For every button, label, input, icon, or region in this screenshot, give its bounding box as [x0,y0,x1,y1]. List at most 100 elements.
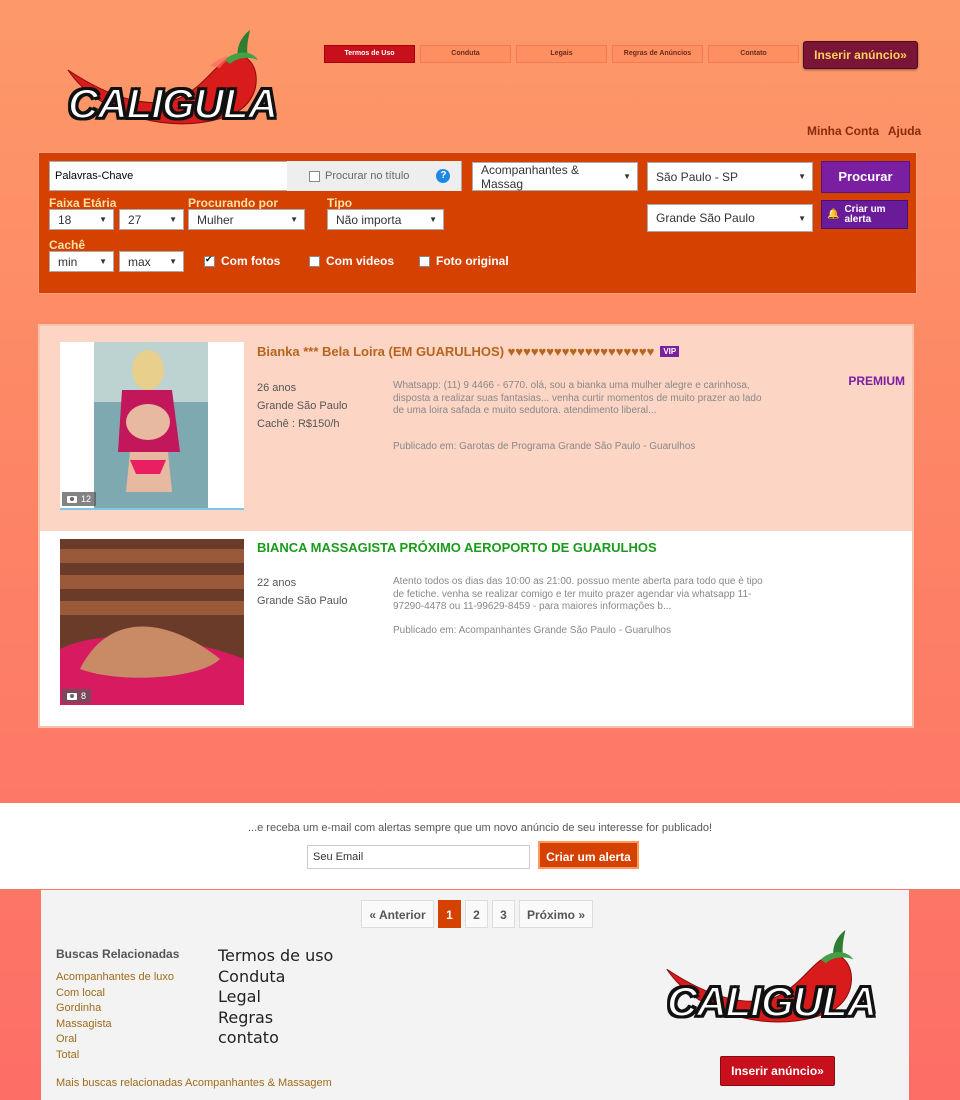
age-max-select[interactable]: 27 ▼ [119,209,184,230]
listing-title[interactable]: Bianka *** Bela Loira (EM GUARULHOS) ♥♥♥… [257,344,654,359]
footer-link-terms[interactable]: Termos de uso [218,946,333,967]
create-alert-label: Criar um alerta [844,203,886,225]
type-select[interactable]: Não importa ▼ [327,209,444,230]
chevron-down-icon: ▼ [623,172,631,181]
footer-logo[interactable]: CALIGULA [659,928,878,1036]
nav-legal[interactable]: Legais [516,45,607,63]
camera-icon [67,692,77,700]
more-related-link[interactable]: Mais buscas relacionadas Acompanhantes &… [56,1077,332,1089]
insert-ad-button[interactable]: Inserir anúncio» [803,41,918,69]
listing-published: Publicado em: Garotas de Programa Grande… [393,441,696,452]
search-panel: Procurar no título ? Acompanhantes & Mas… [38,152,917,294]
related-link[interactable]: Acompanhantes de luxo [56,970,174,986]
premium-badge: PREMIUM [848,374,905,388]
footer-link-legal[interactable]: Legal [218,987,333,1008]
page-1-button[interactable]: 1 [438,900,461,928]
looking-value: Mulher [197,212,234,227]
original-photo-option[interactable]: Foto original [419,254,509,268]
listing-photo[interactable]: 12 [60,342,244,510]
looking-select[interactable]: Mulher ▼ [188,209,305,230]
photo-count: 12 [81,494,92,504]
site-logo[interactable]: CALIGULA [60,28,279,138]
nav-contact[interactable]: Contato [708,45,799,63]
footer-insert-ad-button[interactable]: Inserir anúncio» [720,1056,835,1086]
original-photo-checkbox[interactable] [419,255,430,267]
nav-rules[interactable]: Regras de Anúncios [612,45,703,63]
create-alert-button[interactable]: 🔔 Criar um alerta [821,200,908,229]
listing-description: Atento todos os dias das 10:00 as 21:00.… [393,576,763,612]
keyword-input[interactable] [50,162,287,190]
region-value: Grande São Paulo [656,211,755,225]
related-link[interactable]: Massagista [56,1017,174,1033]
chevron-down-icon: ▼ [169,257,177,266]
nav-conduct[interactable]: Conduta [420,45,511,63]
age-max-value: 27 [128,212,142,227]
footer-link-rules[interactable]: Regras [218,1008,333,1029]
category-value: Acompanhantes & Massag [481,162,580,191]
listing-title-row[interactable]: Bianka *** Bela Loira (EM GUARULHOS) ♥♥♥… [257,344,680,359]
next-page-button[interactable]: Próximo » [519,900,593,928]
with-photos-option[interactable]: Com fotos [204,254,280,268]
category-select[interactable]: Acompanhantes & Massag ▼ [472,162,638,191]
chevron-down-icon: ▼ [99,257,107,266]
listing-results: 12 Bianka *** Bela Loira (EM GUARULHOS) … [38,324,914,728]
listing-item[interactable]: 8 BIANCA MASSAGISTA PRÓXIMO AEROPORTO DE… [40,531,912,726]
type-value: Não importa [336,212,402,227]
fee-min-value: min [58,254,78,269]
footer: « Anterior 1 2 3 Próximo » Buscas Relaci… [41,890,909,1100]
listing-photo-image [94,342,208,508]
email-field[interactable]: Seu Email [307,845,530,869]
title-only-option[interactable]: Procurar no título ? [287,161,461,191]
related-link[interactable]: Total [56,1048,174,1064]
my-account-link[interactable]: Minha Conta [807,124,879,138]
pagination: « Anterior 1 2 3 Próximo » [361,900,593,928]
listing-title[interactable]: BIANCA MASSAGISTA PRÓXIMO AEROPORTO DE G… [257,540,657,555]
title-only-label: Procurar no título [325,170,410,182]
fee-min-select[interactable]: min ▼ [49,251,114,272]
state-value: São Paulo - SP [656,169,739,184]
related-link[interactable]: Oral [56,1032,174,1048]
search-button[interactable]: Procurar [821,161,910,193]
related-link[interactable]: Com local [56,986,174,1002]
chevron-down-icon: ▼ [429,215,437,224]
with-photos-checkbox[interactable] [204,254,215,267]
related-searches-list: Acompanhantes de luxo Com local Gordinha… [56,970,174,1063]
logo-wordmark: CALIGULA [67,79,279,128]
state-select[interactable]: São Paulo - SP ▼ [647,162,813,191]
looking-label: Procurando por [188,196,279,210]
region-select[interactable]: Grande São Paulo ▼ [647,204,813,232]
listing-meta: 26 anos Grande São Paulo Cachê : R$150/h [257,379,348,433]
photo-count-badge: 8 [62,689,92,703]
photo-count-badge: 12 [62,492,97,506]
help-icon[interactable]: ? [436,169,451,183]
with-videos-option[interactable]: Com videos [309,254,394,268]
listing-age: 22 anos [257,577,297,589]
age-label: Faixa Etária [49,196,117,210]
listing-item[interactable]: 12 Bianka *** Bela Loira (EM GUARULHOS) … [40,326,912,531]
help-link[interactable]: Ajuda [888,124,921,138]
fee-max-select[interactable]: max ▼ [119,251,184,272]
title-only-checkbox[interactable] [309,170,320,182]
original-photo-label: Foto original [436,254,509,268]
age-min-select[interactable]: 18 ▼ [49,209,114,230]
chevron-down-icon: ▼ [99,215,107,224]
photo-count: 8 [81,691,87,701]
logo-wordmark: CALIGULA [666,977,878,1026]
camera-icon [67,495,77,503]
footer-link-conduct[interactable]: Conduta [218,967,333,988]
account-links: Minha Conta Ajuda [807,124,927,138]
listing-published: Publicado em: Acompanhantes Grande São P… [393,625,671,636]
age-min-value: 18 [58,212,72,227]
prev-page-button[interactable]: « Anterior [361,900,434,928]
page-3-button[interactable]: 3 [492,900,515,928]
listing-photo[interactable]: 8 [60,539,244,705]
related-link[interactable]: Gordinha [56,1001,174,1017]
listing-location: Grande São Paulo [257,595,348,607]
create-email-alert-button[interactable]: Criar um alerta [538,841,639,869]
footer-link-contact[interactable]: contato [218,1028,333,1049]
with-videos-checkbox[interactable] [309,255,320,267]
email-alert-section: ...e receba um e-mail com alertas sempre… [0,803,960,889]
chevron-down-icon: ▼ [798,172,806,181]
page-2-button[interactable]: 2 [465,900,488,928]
nav-terms[interactable]: Termos de Uso [324,45,415,63]
